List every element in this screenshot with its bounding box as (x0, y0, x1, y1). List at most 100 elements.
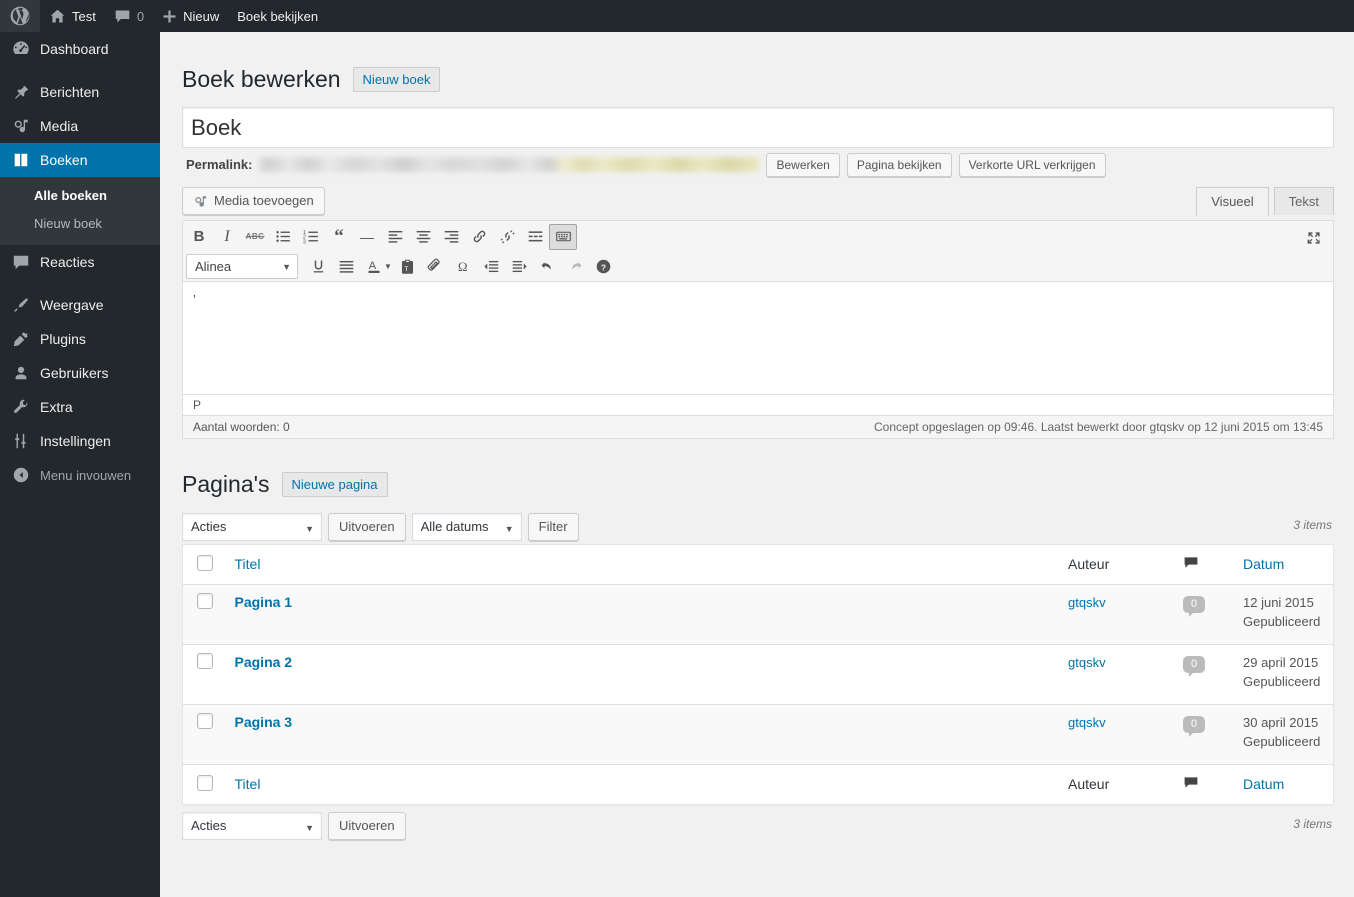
justify-icon[interactable] (332, 254, 360, 280)
add-new-page-button[interactable]: Nieuwe pagina (281, 472, 388, 497)
bulk-action-select-top[interactable]: Acties (182, 513, 322, 541)
sidebar-item-instellingen[interactable]: Instellingen (0, 424, 160, 458)
redo-icon[interactable] (562, 254, 590, 280)
row-author-link[interactable]: gtqskv (1068, 655, 1106, 670)
filter-button[interactable]: Filter (527, 513, 579, 541)
numbered-list-icon[interactable]: 123 (297, 224, 325, 250)
comment-count-badge[interactable]: 0 (1183, 656, 1205, 677)
row-checkbox[interactable] (197, 593, 213, 609)
column-header-author: Auteur (1058, 544, 1173, 585)
post-title-input[interactable] (182, 107, 1334, 148)
sidebar-item-gebruikers[interactable]: Gebruikers (0, 356, 160, 390)
fullscreen-toggle-icon[interactable] (1302, 226, 1326, 250)
add-media-button[interactable]: Media toevoegen (182, 187, 325, 215)
sidebar-item-plugins[interactable]: Plugins (0, 322, 160, 356)
comment-count-badge[interactable]: 0 (1183, 716, 1205, 737)
comments-menu[interactable]: 0 (105, 0, 153, 32)
table-footer-row: Titel Auteur Datum (182, 764, 1334, 805)
bold-icon[interactable]: B (185, 224, 213, 250)
table-row: Pagina 3 gtqskv 0 30 april 2015 Gepublic… (182, 704, 1334, 765)
date-filter-select[interactable]: Alle datums (411, 513, 522, 541)
row-title-link[interactable]: Pagina 1 (235, 594, 293, 610)
site-name-menu[interactable]: Test (40, 0, 105, 32)
sidebar-item-label: Gebruikers (40, 365, 109, 381)
horizontal-rule-icon[interactable]: — (353, 224, 381, 250)
special-character-icon[interactable]: Ω (450, 254, 478, 280)
sidebar-item-media[interactable]: Media (0, 109, 160, 143)
sidebar-item-label: Extra (40, 399, 73, 415)
sidebar-item-dashboard[interactable]: Dashboard (0, 32, 160, 66)
select-all-footer (182, 764, 225, 805)
add-new-book-button[interactable]: Nieuw boek (352, 67, 441, 92)
blockquote-icon[interactable]: “ (325, 224, 353, 250)
read-more-icon[interactable] (521, 224, 549, 250)
sidebar-subitem-alle-boeken[interactable]: Alle boeken (0, 182, 160, 210)
paste-as-text-icon[interactable]: T (394, 254, 422, 280)
insert-link-icon[interactable] (465, 224, 493, 250)
select-all-checkbox-bottom[interactable] (197, 775, 213, 791)
wordpress-logo-icon[interactable] (0, 0, 40, 32)
apply-bulk-action-button-top[interactable]: Uitvoeren (328, 513, 406, 541)
row-author-link[interactable]: gtqskv (1068, 715, 1106, 730)
column-footer-date-link[interactable]: Datum (1243, 776, 1284, 792)
user-icon (11, 363, 31, 383)
format-select[interactable]: Alinea ▼ (186, 254, 298, 279)
tab-visueel[interactable]: Visueel (1196, 187, 1269, 216)
align-right-icon[interactable] (437, 224, 465, 250)
column-footer-title[interactable]: Titel (224, 764, 1058, 805)
outdent-icon[interactable] (478, 254, 506, 280)
row-checkbox[interactable] (197, 653, 213, 669)
bullet-list-icon[interactable] (269, 224, 297, 250)
sidebar-subitem-nieuw-boek[interactable]: Nieuw boek (0, 210, 160, 238)
view-page-button[interactable]: Pagina bekijken (846, 152, 952, 177)
column-footer-title-link[interactable]: Titel (235, 776, 261, 792)
column-header-date[interactable]: Datum (1233, 544, 1334, 585)
column-header-date-link[interactable]: Datum (1243, 556, 1284, 572)
row-author-link[interactable]: gtqskv (1068, 595, 1106, 610)
permalink-label: Permalink: (186, 157, 253, 172)
toggle-toolbar-icon[interactable] (549, 223, 577, 250)
row-date-cell: 12 juni 2015 Gepubliceerd (1233, 584, 1334, 645)
column-footer-comments[interactable] (1173, 764, 1233, 805)
comment-count-badge[interactable]: 0 (1183, 596, 1205, 617)
sidebar-item-extra[interactable]: Extra (0, 390, 160, 424)
sidebar-item-berichten[interactable]: Berichten (0, 75, 160, 109)
text-color-chevron-down-icon[interactable]: ▼ (384, 262, 392, 271)
align-left-icon[interactable] (381, 224, 409, 250)
clear-formatting-icon[interactable] (422, 254, 450, 280)
apply-bulk-action-button-bottom[interactable]: Uitvoeren (328, 812, 406, 840)
get-shortlink-button[interactable]: Verkorte URL verkrijgen (958, 152, 1106, 177)
strikethrough-icon[interactable]: ABC (241, 224, 269, 250)
home-icon (49, 8, 66, 25)
row-title-link[interactable]: Pagina 2 (235, 654, 293, 670)
row-checkbox[interactable] (197, 713, 213, 729)
editor-content-area[interactable]: ’ (183, 282, 1333, 394)
bulk-action-select-bottom[interactable]: Acties (182, 812, 322, 840)
unlink-icon[interactable] (493, 224, 521, 250)
underline-icon[interactable] (304, 254, 332, 280)
book-icon (11, 150, 31, 170)
collapse-menu-button[interactable]: Menu invouwen (0, 458, 160, 492)
column-header-title[interactable]: Titel (224, 544, 1058, 585)
italic-icon[interactable]: I (213, 224, 241, 250)
sidebar-item-boeken[interactable]: Boeken (0, 143, 168, 177)
sidebar-item-reacties[interactable]: Reacties (0, 245, 160, 279)
column-header-comments[interactable] (1173, 544, 1233, 585)
tab-tekst[interactable]: Tekst (1273, 187, 1334, 215)
select-all-checkbox-top[interactable] (197, 555, 213, 571)
row-date: 12 juni 2015 (1243, 595, 1314, 610)
new-content-menu[interactable]: Nieuw (153, 0, 228, 32)
edit-slug-button[interactable]: Bewerken (766, 152, 840, 177)
keyboard-shortcuts-icon[interactable]: ? (590, 254, 618, 280)
row-title-link[interactable]: Pagina 3 (235, 714, 293, 730)
sidebar-item-weergave[interactable]: Weergave (0, 288, 160, 322)
permalink-url-redacted[interactable] (259, 157, 760, 172)
undo-icon[interactable] (534, 254, 562, 280)
column-footer-date[interactable]: Datum (1233, 764, 1334, 805)
column-header-title-link[interactable]: Titel (235, 556, 261, 572)
indent-icon[interactable] (506, 254, 534, 280)
align-center-icon[interactable] (409, 224, 437, 250)
tablenav-top: Acties ▼ Uitvoeren Alle datums ▼ Filter … (182, 512, 1334, 542)
view-book-link[interactable]: Boek bekijken (228, 0, 327, 32)
table-row: Pagina 2 gtqskv 0 29 april 2015 Gepublic… (182, 644, 1334, 705)
